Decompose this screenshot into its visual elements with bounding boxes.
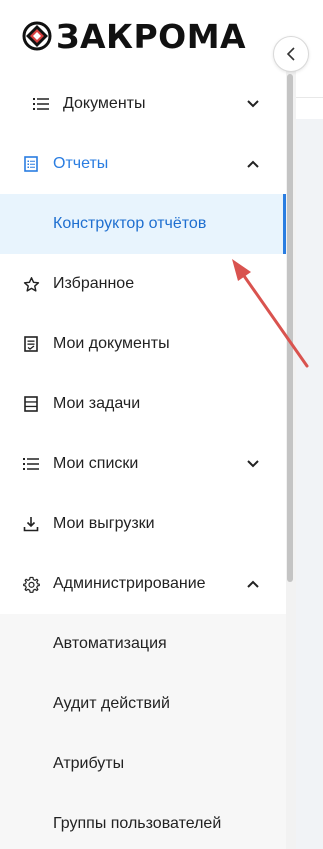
- sidebar-item-documents-label: Документы: [63, 95, 146, 112]
- sidebar-item-automation[interactable]: Автоматизация: [0, 614, 286, 674]
- sidebar-item-automation-label: Автоматизация: [53, 635, 167, 652]
- sidebar-item-my-tasks-label: Мои задачи: [53, 395, 141, 412]
- star-icon: [22, 275, 40, 293]
- sidebar-item-administration[interactable]: Администрирование: [0, 554, 286, 614]
- sidebar-item-user-groups[interactable]: Группы пользователей: [0, 794, 286, 849]
- sidebar-item-audit-label: Аудит действий: [53, 695, 170, 712]
- report-icon: [22, 155, 40, 173]
- logo-text: ЗАКРОМА: [56, 16, 247, 56]
- sidebar-item-report-builder-label: Конструктор отчётов: [53, 215, 207, 232]
- collapse-sidebar-button[interactable]: [273, 36, 309, 72]
- tasks-icon: [22, 395, 40, 413]
- sidebar-item-documents[interactable]: Документы: [0, 74, 286, 134]
- chevron-left-icon: [286, 47, 295, 61]
- sidebar-item-my-documents-label: Мои документы: [53, 335, 170, 352]
- chevron-up-icon: [246, 157, 260, 171]
- sidebar-item-report-builder[interactable]: Конструктор отчётов: [0, 194, 286, 254]
- sidebar-item-favorites-label: Избранное: [53, 275, 135, 292]
- gear-icon: [22, 575, 40, 593]
- sidebar-item-user-groups-label: Группы пользователей: [53, 815, 222, 832]
- main-content-panel: [296, 119, 323, 849]
- sidebar: ЗАКРОМА Документы Отчеты Конструктор отч…: [0, 0, 286, 849]
- logo-icon: [22, 21, 52, 51]
- sidebar-scrollbar-thumb[interactable]: [287, 74, 293, 582]
- sidebar-item-reports-label: Отчеты: [53, 155, 109, 172]
- chevron-down-icon: [246, 97, 260, 111]
- sidebar-item-my-tasks[interactable]: Мои задачи: [0, 374, 286, 434]
- sidebar-item-attributes-label: Атрибуты: [53, 755, 125, 772]
- sidebar-item-reports[interactable]: Отчеты: [0, 134, 286, 194]
- header-divider: [296, 97, 323, 98]
- sidebar-item-my-documents[interactable]: Мои документы: [0, 314, 286, 374]
- sidebar-item-my-exports-label: Мои выгрузки: [53, 515, 155, 532]
- list-icon: [32, 95, 50, 113]
- logo[interactable]: ЗАКРОМА: [22, 16, 246, 56]
- download-icon: [22, 515, 40, 533]
- list-icon: [22, 455, 40, 473]
- sidebar-item-my-lists-label: Мои списки: [53, 455, 139, 472]
- chevron-up-icon: [246, 577, 260, 591]
- sidebar-menu: Документы Отчеты Конструктор отчётов Изб…: [0, 74, 286, 849]
- chevron-down-icon: [246, 457, 260, 471]
- sidebar-item-administration-label: Администрирование: [53, 575, 206, 592]
- document-icon: [22, 335, 40, 353]
- sidebar-item-attributes[interactable]: Атрибуты: [0, 734, 286, 794]
- sidebar-item-my-lists[interactable]: Мои списки: [0, 434, 286, 494]
- sidebar-item-audit[interactable]: Аудит действий: [0, 674, 286, 734]
- sidebar-item-favorites[interactable]: Избранное: [0, 254, 286, 314]
- sidebar-item-my-exports[interactable]: Мои выгрузки: [0, 494, 286, 554]
